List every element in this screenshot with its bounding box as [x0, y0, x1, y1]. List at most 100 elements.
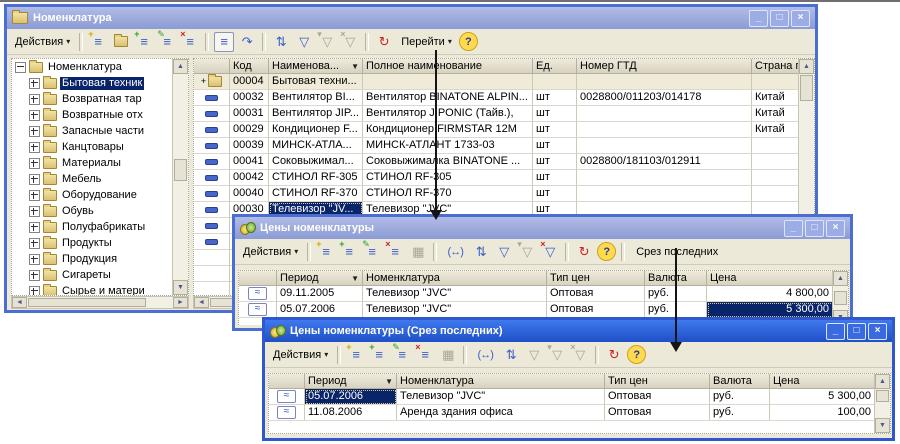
column-header-pricetype[interactable]: Тип цен — [547, 271, 645, 286]
filter-by-value-icon[interactable]: ▽▾ — [317, 32, 337, 52]
maximize-button[interactable]: □ — [805, 220, 824, 237]
cell-price[interactable]: 100,00 — [770, 405, 876, 421]
cell-gtd[interactable]: 0028800/011203/014178 — [577, 90, 752, 106]
column-header-fullname[interactable]: Полное наименование — [363, 59, 533, 74]
cell-gtd[interactable] — [577, 138, 752, 154]
expand-icon[interactable] — [29, 222, 40, 233]
sort-icon[interactable]: ⇅ — [501, 345, 521, 365]
column-header-currency[interactable]: Валюта — [710, 374, 770, 389]
table-row[interactable]: 00042 СТИНОЛ RF-305 СТИНОЛ RF-305 шт — [194, 170, 814, 186]
cell-country[interactable]: Китай — [752, 106, 800, 122]
refresh-icon[interactable]: ↻ — [604, 345, 624, 365]
expand-icon[interactable] — [29, 94, 40, 105]
table-row[interactable]: ≈ 05.07.2006 Телевизор "JVC" Оптовая руб… — [269, 389, 890, 405]
open-history-icon[interactable]: ↷ — [237, 32, 257, 52]
help-button[interactable]: ? — [597, 242, 616, 261]
cell-country[interactable] — [752, 170, 800, 186]
clear-filter-icon[interactable]: ▽× — [540, 242, 560, 262]
tree-item[interactable]: Сырье и матери — [12, 283, 188, 296]
column-header-country[interactable]: Страна п — [752, 59, 800, 74]
edit-icon[interactable]: ≡✎ — [392, 345, 412, 365]
cell-name[interactable]: СТИНОЛ RF-305 — [269, 170, 363, 186]
tree-horizontal-scrollbar[interactable]: ◄ ► — [11, 296, 189, 309]
records-icon[interactable]: ▦ — [438, 345, 458, 365]
column-widths-icon[interactable]: (↔) — [472, 345, 498, 365]
cell-name[interactable]: Вентилятор JIP... — [269, 106, 363, 122]
cell-gtd[interactable] — [577, 74, 752, 90]
table-row[interactable]: ≈ 09.11.2005 Телевизор "JVC" Оптовая руб… — [239, 286, 848, 302]
cell-name[interactable]: МИНСК-АТЛА... — [269, 138, 363, 154]
scroll-up-icon[interactable]: ▲ — [833, 271, 848, 286]
tree-item[interactable]: Канцтовары — [12, 139, 188, 155]
actions-menu-button[interactable]: Действия ▾ — [269, 347, 332, 363]
tree-vertical-scrollbar[interactable]: ▲ ▼ — [172, 59, 188, 295]
filter-icon[interactable]: ▽ — [524, 345, 544, 365]
scroll-down-icon[interactable]: ▼ — [173, 280, 188, 295]
cell-pricetype[interactable]: Оптовая — [547, 302, 645, 318]
scroll-down-icon[interactable]: ▼ — [875, 418, 890, 433]
cell-name[interactable]: Вентилятор BI... — [269, 90, 363, 106]
scroll-thumb[interactable] — [834, 291, 847, 305]
table-row[interactable]: 00040 СТИНОЛ RF-370 СТИНОЛ RF-370 шт — [194, 186, 814, 202]
tree-item[interactable]: Продукты — [12, 235, 188, 251]
actions-menu-button[interactable]: Действия ▾ — [11, 34, 74, 50]
cell-pricetype[interactable]: Оптовая — [605, 389, 710, 405]
expand-icon[interactable] — [29, 126, 40, 137]
cell-unit[interactable] — [533, 74, 577, 90]
cell-fullname[interactable]: Соковыжималка BINATONE ... — [363, 154, 533, 170]
refresh-icon[interactable]: ↻ — [374, 32, 394, 52]
edit-icon[interactable]: ≡✎ — [362, 242, 382, 262]
refresh-icon[interactable]: ↻ — [574, 242, 594, 262]
hierarchy-view-icon[interactable]: ≡ — [214, 32, 234, 52]
maximize-button[interactable]: □ — [770, 10, 789, 27]
cell-name[interactable]: СТИНОЛ RF-370 — [269, 186, 363, 202]
add-group-icon[interactable] — [111, 32, 131, 52]
add-icon[interactable]: ≡+ — [88, 32, 108, 52]
sort-icon[interactable]: ⇅ — [271, 32, 291, 52]
tree-item[interactable]: Оборудование — [12, 187, 188, 203]
expand-icon[interactable] — [29, 142, 40, 153]
add-copy-icon[interactable]: ≡+ — [339, 242, 359, 262]
help-button[interactable]: ? — [459, 32, 478, 51]
column-header-period[interactable]: Период▼ — [305, 374, 397, 389]
goto-menu-button[interactable]: Перейти ▾ — [397, 34, 456, 50]
clear-filter-icon[interactable]: ▽× — [570, 345, 590, 365]
window2-titlebar[interactable]: Цены номенклатуры _ □ × — [235, 217, 850, 239]
column-header-period[interactable]: Период▼ — [277, 271, 363, 286]
cell-gtd[interactable] — [577, 186, 752, 202]
expand-icon[interactable] — [29, 158, 40, 169]
column-header-price[interactable]: Цена — [707, 271, 834, 286]
table-row[interactable]: 00029 Кондиционер F... Кондиционер FIRMS… — [194, 122, 814, 138]
cell-code[interactable]: 00004 — [230, 74, 269, 90]
cell-gtd[interactable] — [577, 106, 752, 122]
cell-currency[interactable]: руб. — [710, 389, 770, 405]
cell-fullname[interactable]: Вентилятор BINATONE ALPIN... — [363, 90, 533, 106]
cell-unit[interactable]: шт — [533, 90, 577, 106]
add-copy-icon[interactable]: ≡+ — [134, 32, 154, 52]
expand-icon[interactable] — [29, 286, 40, 297]
tree-item[interactable]: Возвратные отх — [12, 107, 188, 123]
cell-name[interactable]: Бытовая техни... — [269, 74, 363, 90]
scroll-up-icon[interactable]: ▲ — [875, 374, 890, 389]
close-button[interactable]: × — [868, 323, 887, 340]
cell-code[interactable]: 00029 — [230, 122, 269, 138]
scroll-thumb[interactable] — [28, 298, 146, 307]
scroll-left-icon[interactable]: ◄ — [12, 297, 27, 308]
cell-price[interactable]: 5 300,00 — [770, 389, 876, 405]
maximize-button[interactable]: □ — [847, 323, 866, 340]
cell-unit[interactable]: шт — [533, 106, 577, 122]
cell-period[interactable]: 11.08.2006 — [305, 405, 397, 421]
table-row[interactable]: 00031 Вентилятор JIP... Вентилятор JIPON… — [194, 106, 814, 122]
column-header-gtd[interactable]: Номер ГТД — [577, 59, 752, 74]
cell-fullname[interactable]: СТИНОЛ RF-370 — [363, 186, 533, 202]
collapse-icon[interactable] — [15, 62, 26, 73]
marker-column-header[interactable] — [239, 271, 277, 286]
add-icon[interactable]: ≡+ — [316, 242, 336, 262]
column-header-item[interactable]: Номенклатура — [397, 374, 605, 389]
help-button[interactable]: ? — [627, 345, 646, 364]
cell-item[interactable]: Телевизор "JVC" — [363, 302, 547, 318]
column-header-unit[interactable]: Ед. — [533, 59, 577, 74]
table-row[interactable]: 00041 Соковыжимал... Соковыжималка BINAT… — [194, 154, 814, 170]
scroll-thumb[interactable] — [800, 75, 813, 101]
clear-filter-icon[interactable]: ▽× — [340, 32, 360, 52]
